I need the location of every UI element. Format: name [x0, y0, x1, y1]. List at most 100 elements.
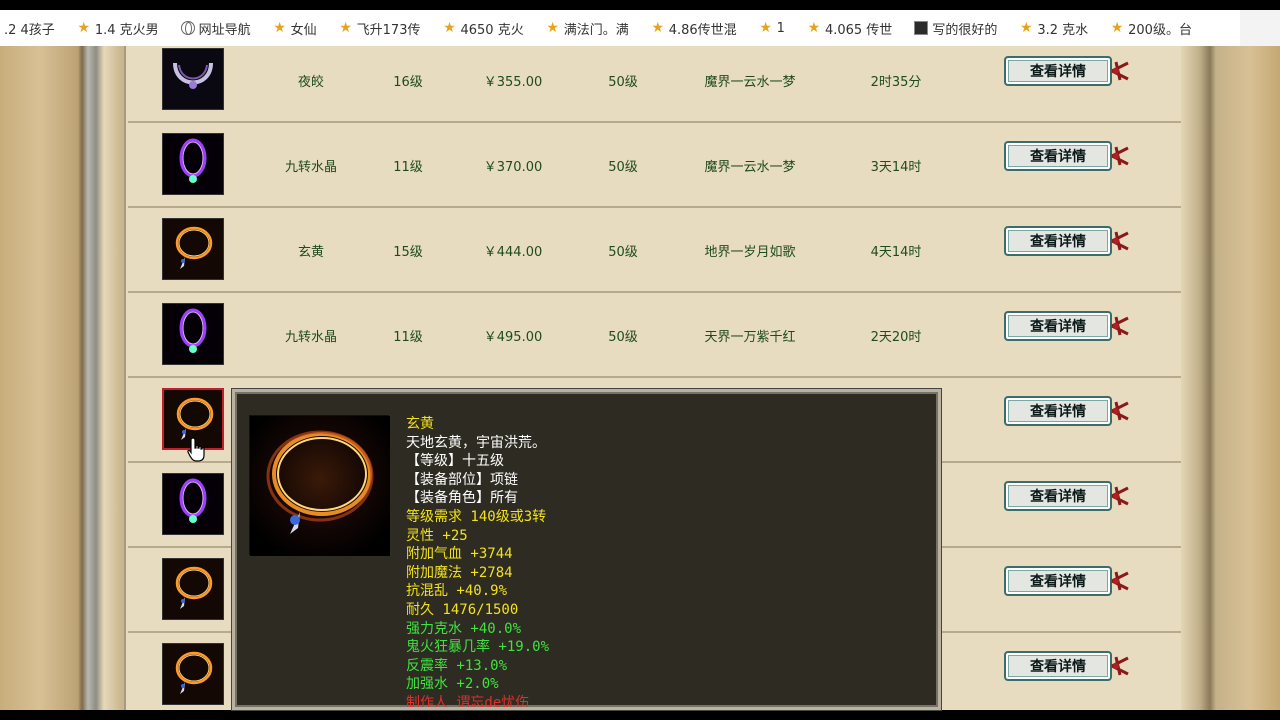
bookmark-item[interactable]: ★ 1 [759, 21, 785, 36]
view-details-button-body[interactable]: 查看详情 [1004, 651, 1112, 681]
time-remaining: 4天14时 [870, 244, 922, 260]
tooltip-line: 天地玄黄，宇宙洪荒。 [406, 434, 546, 451]
bookmark-label: 3.2 克水 [1037, 22, 1089, 38]
seller-name: 地界一岁月如歌 [704, 244, 796, 260]
view-details-label: 查看详情 [1030, 149, 1086, 165]
item-price: ￥355.00 [483, 74, 543, 90]
bookmark-item[interactable]: ★ 4650 克火 [442, 19, 524, 38]
level-requirement: 50级 [608, 159, 638, 175]
ribbon-icon [1111, 486, 1129, 506]
bookmark-item[interactable]: ★ 200级。台 [1110, 19, 1192, 38]
gold-necklace-icon[interactable] [162, 218, 224, 280]
bookmark-item[interactable]: ★ 4.86传世混 [651, 19, 737, 38]
view-details-button-body[interactable]: 查看详情 [1004, 481, 1112, 511]
item-large-image [249, 415, 390, 556]
view-details-button-body[interactable]: 查看详情 [1004, 56, 1112, 86]
purple-crystal-necklace-icon[interactable] [162, 133, 224, 195]
star-icon: ★ [1110, 20, 1124, 36]
time-remaining: 2时35分 [870, 74, 922, 90]
item-name: 夜皎 [297, 74, 324, 90]
bookmark-label: 4650 克火 [460, 22, 524, 38]
bookmark-label: 女仙 [290, 22, 317, 38]
view-details-button[interactable]: 查看详情 [1004, 56, 1129, 86]
seller-name: 魔界一云水一梦 [704, 159, 796, 175]
level-requirement: 50级 [608, 329, 638, 345]
view-details-button-body[interactable]: 查看详情 [1004, 311, 1112, 341]
bookmark-item[interactable]: ★ 满法门。满 [546, 19, 629, 38]
site-thumbnail-icon [914, 21, 929, 35]
item-name: 九转水晶 [284, 159, 337, 175]
ribbon-icon [1111, 231, 1129, 251]
item-level: 11级 [393, 329, 423, 345]
bookmark-item[interactable]: ★ 4.065 传世 [807, 19, 893, 38]
star-icon: ★ [651, 20, 664, 36]
bookmark-item[interactable]: 写的很好的 [914, 19, 997, 38]
bookmark-label: 飞升173传 [356, 22, 421, 38]
ribbon-icon [1111, 146, 1129, 166]
item-tooltip: 玄黄 天地玄黄，宇宙洪荒。 【等级】十五级 【装备部位】项链 【装备角色】所有 等级需求 … [232, 389, 941, 710]
view-details-button[interactable]: 查看详情 [1004, 226, 1129, 256]
bookmarks-overflow[interactable] [1240, 10, 1280, 46]
item-name: 玄黄 [297, 244, 324, 260]
night-necklace-icon[interactable] [162, 48, 224, 110]
level-requirement: 50级 [608, 244, 638, 260]
bookmark-label: 网址导航 [198, 22, 251, 38]
view-details-button[interactable]: 查看详情 [1004, 396, 1129, 426]
view-details-label: 查看详情 [1030, 64, 1086, 80]
tooltip-line: 强力克水 +40.0% [406, 620, 522, 637]
time-remaining: 3天14时 [870, 159, 922, 175]
seller-name: 天界一万紫千红 [704, 329, 796, 345]
purple-crystal-necklace-icon[interactable] [162, 473, 224, 535]
bookmark-item[interactable]: .2 4孩子 [4, 19, 55, 38]
view-details-label: 查看详情 [1030, 234, 1086, 250]
star-icon: ★ [759, 20, 772, 36]
view-details-button[interactable]: 查看详情 [1004, 481, 1129, 511]
tooltip-line: 【等级】十五级 [406, 453, 504, 470]
view-details-button[interactable]: 查看详情 [1004, 311, 1129, 341]
ribbon-icon [1111, 316, 1129, 336]
bookmark-item[interactable]: ★ 3.2 克水 [1019, 19, 1088, 38]
gold-necklace-icon[interactable] [162, 643, 224, 705]
bookmark-label: 4.86传世混 [668, 22, 737, 38]
bookmark-item[interactable]: ★ 女仙 [273, 19, 317, 38]
star-icon: ★ [1020, 20, 1033, 36]
tooltip-line: 鬼火狂暴几率 +19.0% [406, 639, 550, 656]
view-details-button[interactable]: 查看详情 [1004, 651, 1129, 681]
right-frame-border [1180, 46, 1280, 710]
tooltip-line: 附加气血 +3744 [406, 546, 513, 563]
left-frame-border [0, 46, 122, 710]
item-level: 11级 [393, 159, 423, 175]
tooltip-line: 耐久 1476/1500 [406, 601, 519, 618]
star-icon: ★ [77, 20, 91, 36]
tooltip-line: 制作人 谓忘de忧伤 [406, 694, 530, 710]
bookmark-item[interactable]: ★ 1.4 克火男 [77, 19, 159, 38]
tooltip-line: 加强水 +2.0% [406, 676, 499, 693]
bookmark-label: .2 4孩子 [4, 22, 55, 38]
tooltip-line: 灵性 +25 [406, 527, 468, 544]
star-icon: ★ [339, 20, 352, 36]
ribbon-icon [1111, 571, 1129, 591]
tooltip-line: 玄黄 [406, 416, 434, 432]
listing-row: 九转水晶 11级 ￥495.00 50级 天界一万紫千红 2天20时 查看详情 [128, 293, 1181, 378]
bookmark-item[interactable]: ★ 飞升173传 [339, 19, 421, 38]
view-details-button-body[interactable]: 查看详情 [1004, 566, 1112, 596]
bookmark-label: 200级。台 [1128, 22, 1192, 38]
gold-necklace-icon[interactable] [162, 558, 224, 620]
view-details-button[interactable]: 查看详情 [1004, 566, 1129, 596]
bookmark-item[interactable]: 网址导航 [180, 19, 251, 38]
bookmarks-bar: .2 4孩子 ★ 1.4 克火男 网址导航 ★ 女仙 ★ 飞升173传 ★ 4650 克火 ★ 满法门… [0, 10, 1280, 46]
bookmark-label: 满法门。满 [563, 22, 629, 38]
ribbon-icon [1111, 401, 1129, 421]
item-level: 16级 [393, 74, 423, 90]
view-details-button[interactable]: 查看详情 [1004, 141, 1129, 171]
view-details-label: 查看详情 [1030, 404, 1086, 420]
view-details-button-body[interactable]: 查看详情 [1004, 226, 1112, 256]
purple-crystal-necklace-icon[interactable] [162, 303, 224, 365]
bookmark-label: 写的很好的 [932, 22, 998, 38]
seller-name: 魔界一云水一梦 [704, 74, 796, 90]
view-details-label: 查看详情 [1030, 574, 1086, 590]
bookmark-label: 1.4 克火男 [94, 22, 159, 38]
tooltip-line: 【装备角色】所有 [406, 490, 518, 507]
view-details-button-body[interactable]: 查看详情 [1004, 396, 1112, 426]
view-details-button-body[interactable]: 查看详情 [1004, 141, 1112, 171]
